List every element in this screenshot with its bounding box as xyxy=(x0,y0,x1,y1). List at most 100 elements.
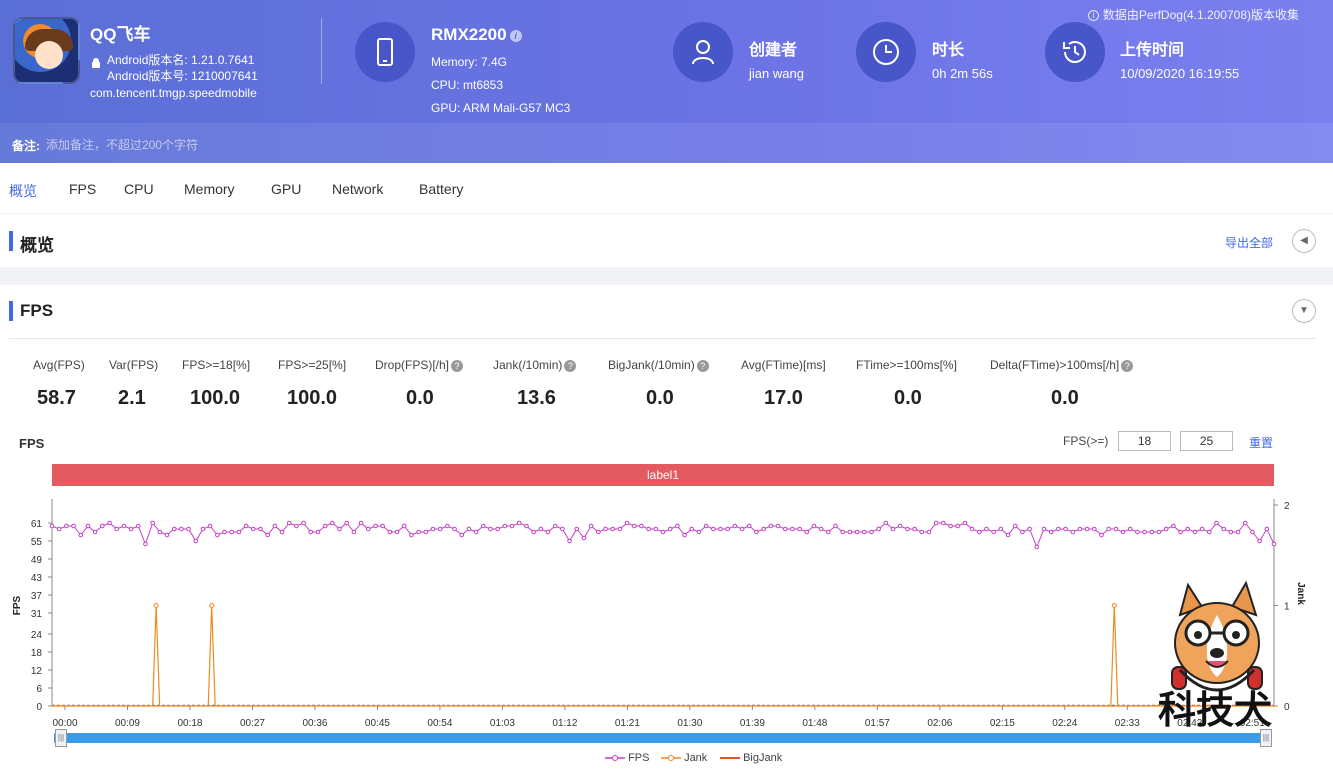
fps-point xyxy=(193,538,199,544)
y2-tick-label: 1 xyxy=(1284,602,1290,613)
fps-point xyxy=(1149,529,1155,535)
fps-point xyxy=(1192,529,1198,535)
threshold-label: FPS(>=) xyxy=(1063,434,1109,448)
y-axis-label: FPS xyxy=(12,595,23,615)
y-tick-label: 55 xyxy=(31,537,43,548)
fps-chart[interactable]: 06121824313743495561012FPSJank00:00 00:09… xyxy=(0,490,1333,773)
info-circle-icon: i xyxy=(1087,10,1099,22)
fps-point xyxy=(480,523,486,529)
fps-point xyxy=(294,523,299,529)
y-tick-label: 0 xyxy=(36,702,42,713)
fps-point xyxy=(1041,526,1047,532)
fps-point xyxy=(1077,526,1083,532)
device-gpu: GPU: ARM Mali-G57 MC3 xyxy=(431,101,571,115)
metric-value-var-fps: 2.1 xyxy=(118,387,146,409)
fps-point xyxy=(56,526,62,532)
tab-overview[interactable]: 概览 xyxy=(9,181,37,201)
fps-point xyxy=(696,529,702,535)
tab-network[interactable]: Network xyxy=(332,181,383,197)
y-tick-label: 31 xyxy=(31,609,43,620)
fps-point xyxy=(775,523,781,529)
fps-point xyxy=(1264,526,1270,532)
info-icon[interactable]: i xyxy=(509,29,522,42)
fps-point xyxy=(653,526,659,532)
help-icon[interactable]: ? xyxy=(564,359,577,372)
tab-cpu[interactable]: CPU xyxy=(124,181,154,197)
fps-point xyxy=(473,529,479,535)
slider-handle-right[interactable]: ||| xyxy=(1260,729,1272,747)
fps-point xyxy=(876,526,881,532)
jank-point xyxy=(209,603,215,608)
x-tick-label: 00:54 xyxy=(427,718,452,729)
fps-point xyxy=(746,523,752,529)
android-icon xyxy=(90,58,102,70)
collapse-down-button[interactable]: ▼ xyxy=(1292,299,1316,323)
overview-accent xyxy=(9,231,13,251)
fps-point xyxy=(1242,520,1248,526)
fps-point xyxy=(337,526,342,532)
fps-point xyxy=(538,526,544,532)
y-tick-label: 6 xyxy=(36,684,42,695)
help-icon[interactable]: ? xyxy=(1121,359,1134,372)
x-tick-label: 00:09 xyxy=(115,718,140,729)
fps-point xyxy=(768,523,774,529)
metric-label-avg-fps: Avg(FPS) xyxy=(33,358,85,372)
fps-point xyxy=(847,529,853,535)
legend-jank[interactable]: Jank xyxy=(661,752,707,764)
threshold-input-2[interactable]: 25 xyxy=(1180,431,1233,451)
fps-point xyxy=(49,523,55,529)
fps-point xyxy=(128,526,134,532)
fps-point xyxy=(1127,526,1133,532)
time-range-slider[interactable] xyxy=(54,733,1272,743)
metric-label-delta: Delta(FTime)>100ms[/h]? xyxy=(990,358,1134,372)
fps-point xyxy=(624,520,630,526)
fps-point xyxy=(121,523,127,529)
tab-gpu[interactable]: GPU xyxy=(271,181,301,197)
fps-point xyxy=(531,529,536,535)
metric-label-ftime: Avg(FTime)[ms] xyxy=(741,358,826,372)
fps-point xyxy=(308,529,314,535)
fps-point xyxy=(869,529,874,535)
fps-point xyxy=(1199,526,1205,532)
fps-point xyxy=(1120,529,1126,535)
threshold-input-1[interactable]: 18 xyxy=(1118,431,1171,451)
fps-point xyxy=(998,526,1004,532)
duration-title: 时长 xyxy=(932,42,965,59)
legend-bigjank[interactable]: BigJank xyxy=(720,752,782,764)
fps-point xyxy=(1099,532,1104,538)
x-tick-label: 00:36 xyxy=(302,718,327,729)
upload-title: 上传时间 xyxy=(1120,42,1185,59)
x-tick-label: 00:27 xyxy=(240,718,265,729)
fps-point xyxy=(948,523,953,529)
tab-battery[interactable]: Battery xyxy=(419,181,463,197)
fps-point xyxy=(840,529,846,535)
x-tick-label: 01:12 xyxy=(552,718,577,729)
reset-button[interactable]: 重置 xyxy=(1249,434,1273,451)
tab-memory[interactable]: Memory xyxy=(184,181,235,197)
export-all-link[interactable]: 导出全部 xyxy=(1225,234,1273,251)
legend-fps[interactable]: FPS xyxy=(605,752,649,764)
fps-point xyxy=(1250,529,1255,535)
metric-value-ftime: 17.0 xyxy=(764,387,803,409)
metric-label-ftime100: FTime>=100ms[%] xyxy=(856,358,957,372)
help-icon[interactable]: ? xyxy=(451,359,464,372)
label-bar[interactable]: label1 xyxy=(52,464,1274,486)
fps-point xyxy=(588,523,594,529)
fps-point xyxy=(430,526,436,532)
fps-point xyxy=(905,526,910,532)
fps-point xyxy=(933,520,939,526)
tab-fps[interactable]: FPS xyxy=(69,181,96,197)
y2-axis-label: Jank xyxy=(1295,582,1306,605)
fps-point xyxy=(1214,520,1219,526)
x-tick-label: 01:39 xyxy=(740,718,765,729)
header-divider xyxy=(321,18,322,84)
creator-value: jian wang xyxy=(749,66,804,81)
note-input[interactable]: 添加备注，不超过200个字符 xyxy=(46,136,198,153)
help-icon[interactable]: ? xyxy=(696,359,709,372)
slider-handle-left[interactable]: ||| xyxy=(55,729,67,747)
fps-point xyxy=(358,520,364,526)
fps-point xyxy=(437,526,443,532)
fps-point xyxy=(660,529,666,535)
fps-point xyxy=(617,526,623,532)
collapse-left-button[interactable]: ◀ xyxy=(1292,229,1316,253)
